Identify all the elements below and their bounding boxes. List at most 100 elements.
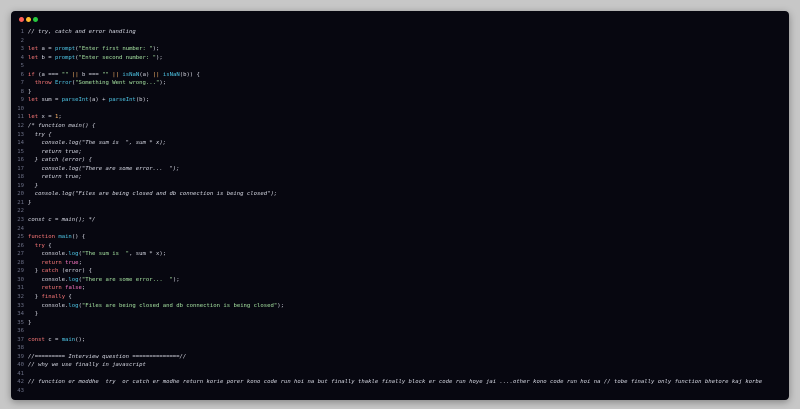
line-number: 8 — [20, 88, 24, 95]
line-number: 5 — [20, 63, 24, 70]
line-number: 2 — [20, 37, 24, 44]
line-number: 41 — [17, 370, 24, 377]
code-token: b === — [78, 71, 103, 78]
code-line: 39 //========= Interview question =======… — [11, 353, 789, 362]
code-text: console.log("There are some error... "); — [28, 165, 180, 172]
code-token: log — [68, 251, 79, 258]
code-text: } catch (error) { — [28, 157, 92, 164]
line-number: 38 — [17, 345, 24, 352]
code-text: // function er moddhe try or catch er mo… — [28, 379, 763, 386]
code-editor[interactable]: 1// try, catch and error handling 2 3 let a… — [11, 28, 789, 396]
code-line: 43 — [11, 387, 789, 396]
line-number: 22 — [17, 208, 24, 215]
code-token: ; — [58, 114, 62, 121]
line-number: 9 — [20, 97, 24, 104]
code-line: 30 console.log("There are some error... … — [11, 276, 789, 285]
code-line: 1 // try, catch and error handling — [11, 28, 789, 37]
code-text: // try, catch and error handling — [28, 29, 136, 35]
code-line: 29 } catch (error) { — [11, 267, 789, 276]
maximize-button[interactable] — [33, 17, 38, 22]
code-text: } — [28, 311, 39, 318]
code-token: parseInt — [108, 97, 136, 104]
line-number: 39 — [17, 353, 24, 360]
line-number: 4 — [20, 54, 24, 61]
line-number: 27 — [17, 251, 24, 258]
code-line: 28 return true; — [11, 259, 789, 268]
code-line: 31 return false; — [11, 284, 789, 293]
code-token: (b); — [135, 97, 150, 104]
code-line: 12 /* function main() { — [11, 122, 789, 131]
code-line: 38 — [11, 344, 789, 353]
code-line: 33 console.log("Files are being closed a… — [11, 302, 789, 311]
code-token: } — [28, 293, 42, 300]
code-token: (b)) { — [179, 71, 200, 78]
code-token: ); — [172, 276, 180, 283]
line-number: 32 — [17, 293, 24, 300]
code-line: 21} — [11, 199, 789, 208]
code-line: 24 — [11, 225, 789, 234]
code-token: "" — [102, 71, 109, 78]
code-token: if — [28, 71, 35, 78]
code-line: 6 if (a === "" || b === "" || isNaN(a) ||… — [11, 71, 789, 80]
code-token: return — [41, 285, 62, 292]
code-line: 32 } finally { — [11, 293, 789, 302]
close-button[interactable] — [19, 17, 24, 22]
code-token: x = — [38, 114, 55, 121]
code-line: 35} — [11, 319, 789, 328]
code-token: let — [28, 97, 39, 104]
code-token: isNaN — [162, 71, 180, 78]
code-token: function — [28, 234, 55, 241]
line-number: 35 — [17, 319, 24, 326]
code-token: ; — [81, 285, 86, 292]
code-line: 19 } — [11, 182, 789, 191]
code-token: try — [34, 242, 45, 249]
minimize-button[interactable] — [26, 17, 31, 22]
code-token: sum = — [38, 97, 62, 104]
code-token: ); — [152, 46, 160, 53]
code-token: , sum * x); — [129, 251, 167, 258]
code-token: false — [65, 285, 82, 292]
code-line: 4 let b = prompt("Enter second number: ")… — [11, 54, 789, 63]
code-token: true — [65, 259, 79, 266]
line-number: 23 — [17, 217, 24, 224]
code-token: ; — [78, 259, 82, 266]
line-number: 42 — [17, 379, 24, 386]
line-number: 37 — [17, 336, 24, 343]
line-number: 16 — [17, 157, 24, 164]
code-line: 7 throw Error("Something Went wrong...")… — [11, 79, 789, 88]
line-number: 3 — [20, 46, 24, 53]
code-token: { — [44, 242, 52, 249]
code-text: const c = main(); */ — [28, 217, 96, 224]
code-text: } — [28, 199, 32, 206]
code-line: 14 console.log("The sum is ", sum * x); — [11, 139, 789, 148]
code-line: 37 const c = main(); — [11, 336, 789, 345]
line-number: 15 — [17, 148, 24, 155]
code-token: c = — [44, 336, 62, 343]
code-line: 17 console.log("There are some error... … — [11, 165, 789, 174]
line-number: 30 — [17, 276, 24, 283]
code-token: "The sum is " — [81, 251, 130, 258]
code-text: try { — [28, 131, 52, 138]
code-token: return — [41, 259, 62, 266]
code-text: } — [28, 88, 32, 95]
code-line: 40 // why we use finally in javascript — [11, 361, 789, 370]
code-line: 2 — [11, 37, 789, 46]
code-token: "Files are being closed and db connectio… — [81, 302, 278, 309]
code-line: 8} — [11, 88, 789, 97]
code-text: console.log("The sum is ", sum * x); — [28, 140, 167, 147]
code-token: () { — [71, 234, 86, 241]
line-number: 18 — [17, 174, 24, 181]
code-token: Error — [54, 80, 72, 87]
code-line: 41 — [11, 370, 789, 379]
code-line: 25 function main() { — [11, 233, 789, 242]
line-number: 10 — [17, 105, 24, 112]
code-token: throw — [34, 80, 52, 87]
code-token: let — [28, 54, 39, 61]
code-token: main — [61, 336, 76, 343]
code-token: (error) { — [58, 268, 93, 275]
code-token: log — [68, 302, 79, 309]
line-number: 25 — [17, 234, 24, 241]
